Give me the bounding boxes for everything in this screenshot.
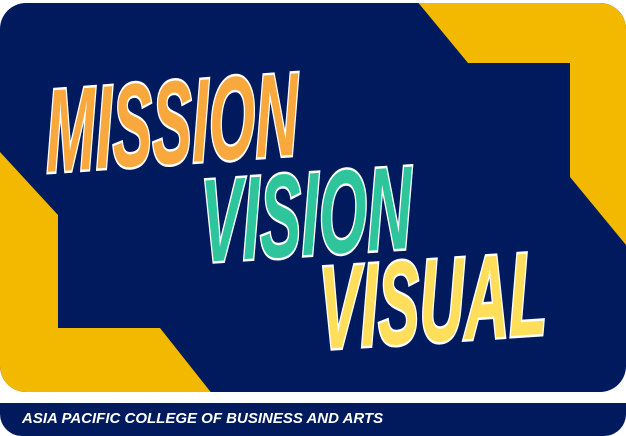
footer-banner: ASIA PACIFIC COLLEGE OF BUSINESS AND ART… — [0, 403, 626, 436]
college-name: ASIA PACIFIC COLLEGE OF BUSINESS AND ART… — [22, 410, 384, 427]
banner-card: MISSION VISION VISUAL — [0, 3, 626, 392]
top-right-gold-frame — [418, 3, 626, 245]
title-visual: VISUAL — [316, 226, 550, 377]
